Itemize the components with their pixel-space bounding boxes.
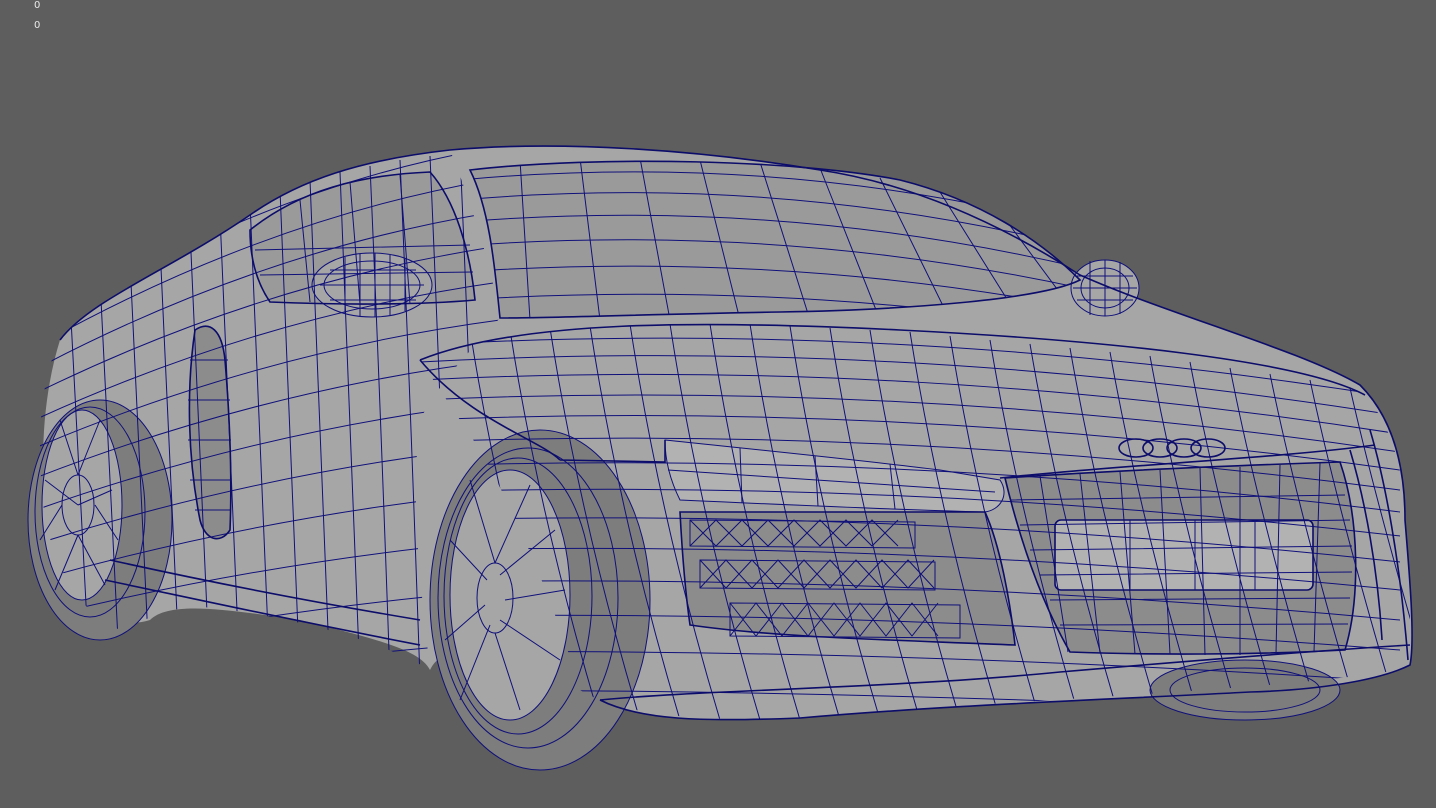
front-wheel[interactable] [429,429,651,771]
rear-wheel[interactable] [27,399,173,641]
car-body-surface [43,146,1413,720]
car-model-render[interactable] [0,0,1436,808]
right-side-mirror[interactable] [1070,259,1140,317]
3d-viewport[interactable]: 0 0 [0,0,1436,808]
